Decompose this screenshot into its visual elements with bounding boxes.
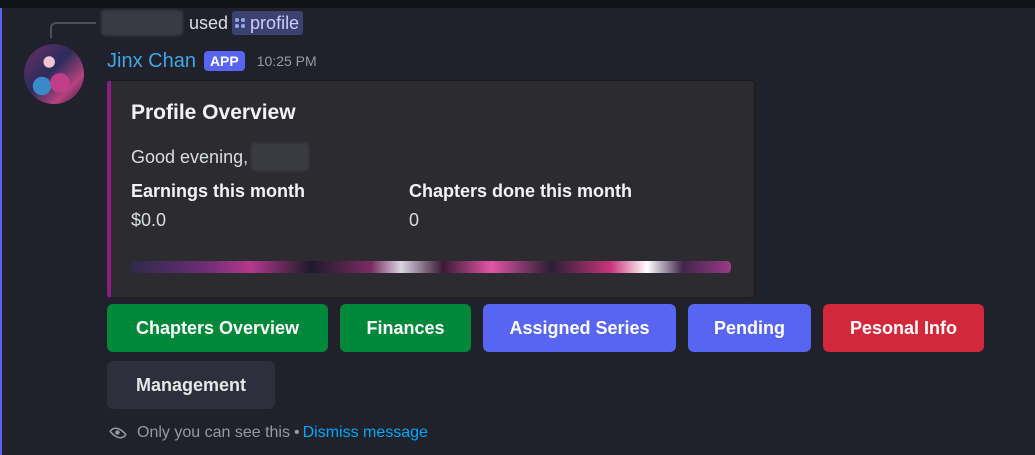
redacted-greeting-name xyxy=(251,143,310,171)
dismiss-message-link[interactable]: Dismiss message xyxy=(303,424,428,442)
eye-icon xyxy=(108,423,128,443)
embed-title: Profile Overview xyxy=(131,101,296,124)
field-chapters: Chapters done this month 0 xyxy=(409,181,632,231)
command-name: profile xyxy=(250,12,300,33)
used-label: used xyxy=(189,12,229,33)
interaction-reply-line: used profile xyxy=(101,10,304,36)
message-container: used profile Jinx Chan APP 10:25 PM Prof… xyxy=(0,8,1035,455)
redacted-username[interactable] xyxy=(101,10,183,36)
avatar[interactable] xyxy=(24,44,84,104)
greeting-text: Good evening, xyxy=(131,146,249,167)
timestamp[interactable]: 10:25 PM xyxy=(257,53,317,69)
profile-embed: Profile Overview Good evening, Earnings … xyxy=(107,80,755,298)
assigned-series-button[interactable]: Assigned Series xyxy=(483,304,676,352)
command-mention[interactable]: profile xyxy=(232,11,304,35)
field-chapters-name: Chapters done this month xyxy=(409,181,633,201)
management-button[interactable]: Management xyxy=(107,361,275,409)
ephemeral-text: Only you can see this xyxy=(137,424,290,441)
field-earnings: Earnings this month $0.0 xyxy=(131,181,305,231)
field-earnings-name: Earnings this month xyxy=(131,181,306,201)
reply-spine xyxy=(50,22,96,38)
message-highlight-bar xyxy=(0,8,2,455)
message-header: Jinx Chan APP 10:25 PM xyxy=(107,48,317,74)
personal-info-button[interactable]: Pesonal Info xyxy=(823,304,984,352)
chapters-overview-button[interactable]: Chapters Overview xyxy=(107,304,328,352)
separator-dot: • xyxy=(293,424,300,441)
field-chapters-value: 0 xyxy=(409,210,420,230)
finances-button[interactable]: Finances xyxy=(340,304,471,352)
ephemeral-notice: Only you can see this • Dismiss message xyxy=(108,422,428,444)
pending-button[interactable]: Pending xyxy=(688,304,811,352)
slash-command-icon xyxy=(235,18,246,28)
window-top-strip xyxy=(0,0,1035,8)
embed-banner-image[interactable] xyxy=(131,261,731,273)
author-name[interactable]: Jinx Chan xyxy=(107,50,196,73)
app-badge: APP xyxy=(203,51,245,71)
field-earnings-value: $0.0 xyxy=(131,210,167,230)
embed-greeting: Good evening, xyxy=(131,143,310,171)
